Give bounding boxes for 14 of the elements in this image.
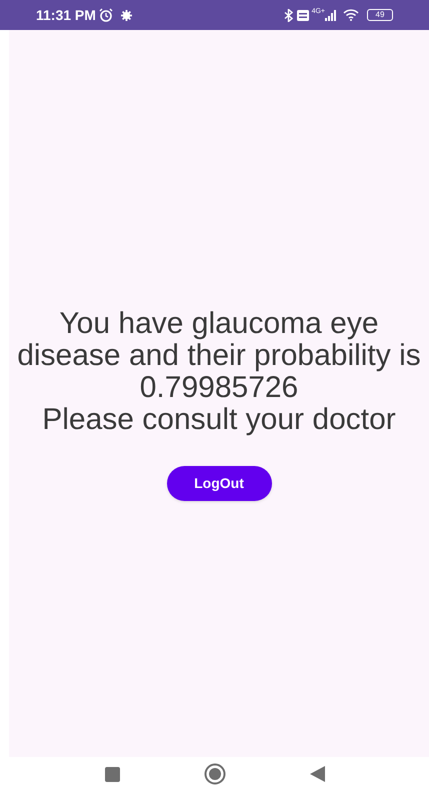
signal-icon [325,10,337,20]
square-icon[interactable] [104,766,120,782]
bluetooth-icon [284,8,293,22]
result-message: Please consult your doctor [41,404,397,436]
result-message: You have glaucoma eye disease and their probability is 0.79985726 [16,308,422,404]
alarm-icon [98,8,113,22]
home-icon[interactable] [204,763,226,785]
battery-icon: 49 [367,9,393,21]
volte-icon [296,10,309,20]
wifi-icon [343,9,359,21]
back-icon[interactable] [310,766,324,782]
gear-icon [120,10,132,20]
status-time: 11:31 PM [36,6,96,24]
logout-button[interactable]: LogOut [166,466,272,501]
